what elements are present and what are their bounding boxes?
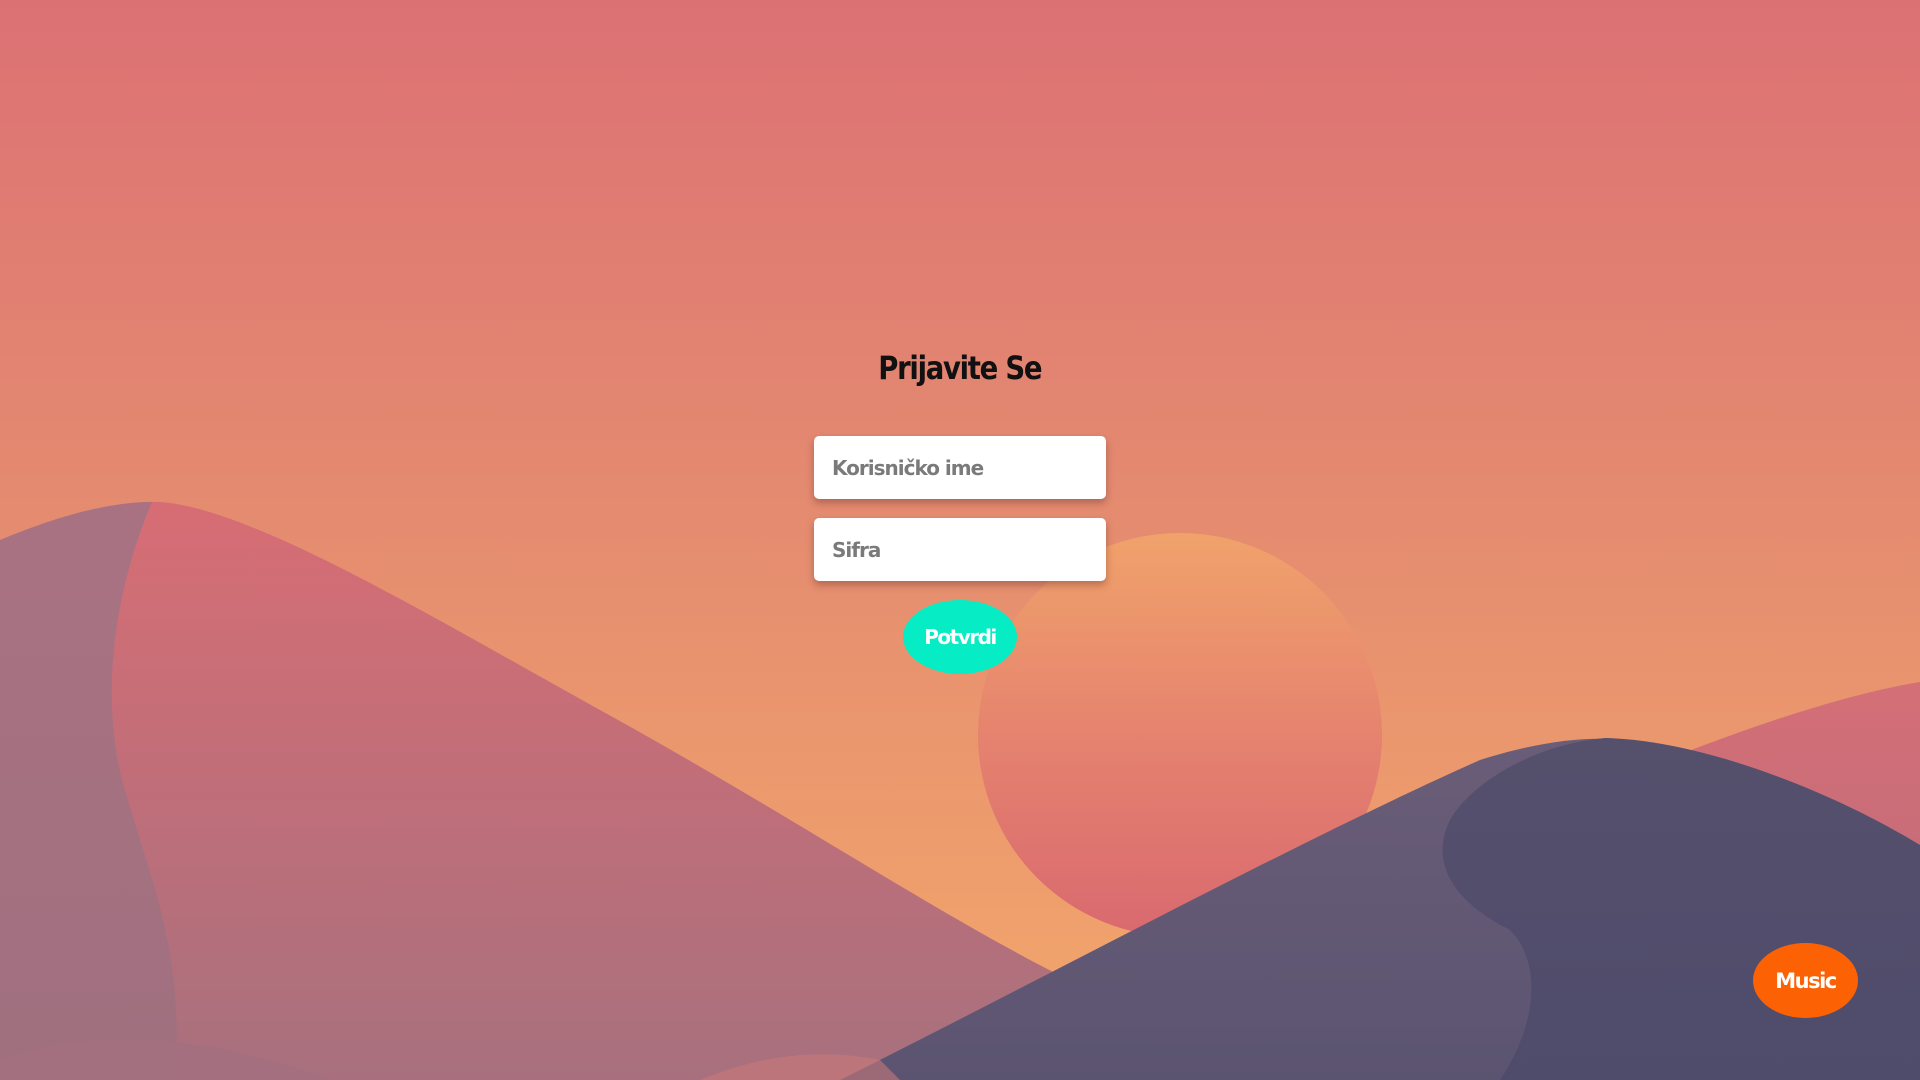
password-input[interactable] [814, 518, 1106, 581]
submit-button[interactable]: Potvrdi [903, 600, 1017, 674]
music-button[interactable]: Music [1753, 943, 1858, 1018]
login-title: Prijavite Se [878, 349, 1043, 387]
username-input[interactable] [814, 436, 1106, 499]
login-form: Prijavite Se Potvrdi [814, 340, 1106, 674]
